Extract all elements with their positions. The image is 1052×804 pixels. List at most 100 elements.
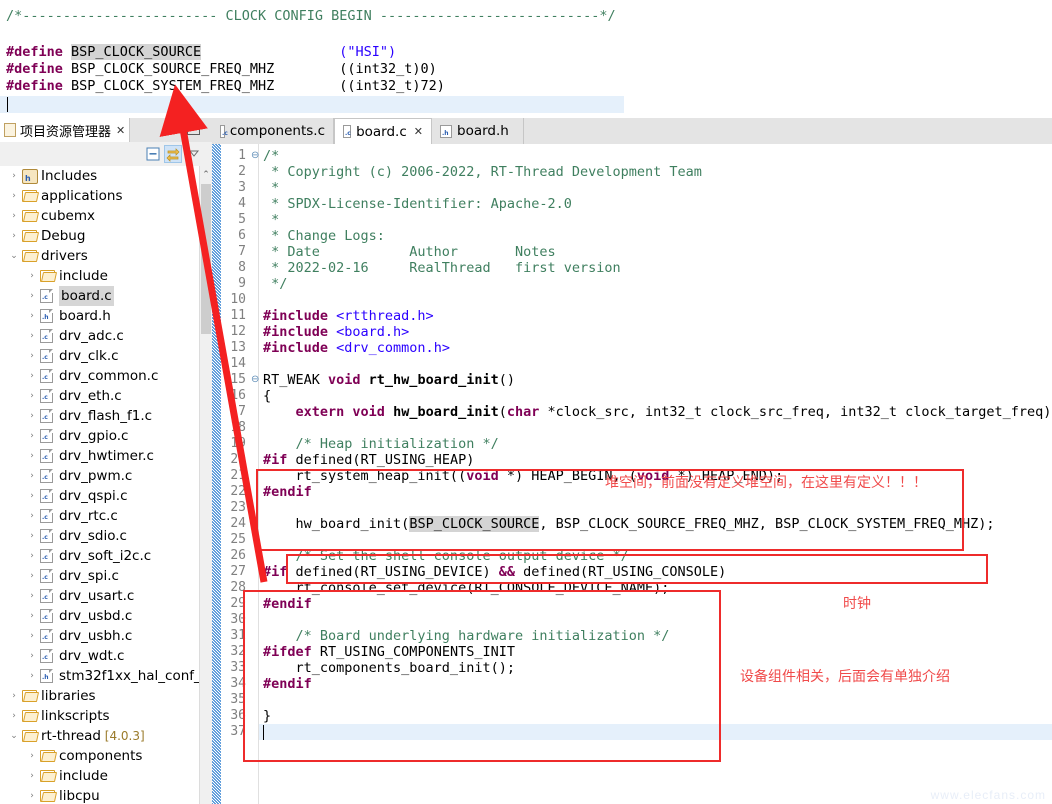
chevron-right-icon[interactable]: › [26, 666, 38, 686]
tree-item-label: libcpu [59, 786, 100, 804]
chevron-right-icon[interactable]: › [26, 346, 38, 366]
chevron-right-icon[interactable]: › [26, 366, 38, 386]
chevron-right-icon[interactable]: › [26, 306, 38, 326]
chevron-right-icon[interactable]: › [8, 686, 20, 706]
chevron-right-icon[interactable]: › [26, 486, 38, 506]
chevron-down-icon[interactable]: ⌄ [8, 726, 20, 746]
chevron-right-icon[interactable]: › [8, 226, 20, 246]
tree-item-board-h[interactable]: ›.hboard.h [0, 306, 200, 326]
line-number: 21 [230, 468, 246, 484]
maximize-icon[interactable] [186, 122, 200, 135]
chevron-right-icon[interactable]: › [26, 266, 38, 286]
chevron-right-icon[interactable]: › [26, 586, 38, 606]
line-number: 8 [238, 260, 246, 276]
chevron-right-icon[interactable]: › [26, 446, 38, 466]
chevron-right-icon[interactable]: › [26, 426, 38, 446]
code-token: /* Board underlying hardware initializat… [263, 628, 669, 644]
tree-item-drv-gpio-c[interactable]: ›.cdrv_gpio.c [0, 426, 200, 446]
line-number: 32 [230, 644, 246, 660]
chevron-right-icon[interactable]: › [26, 326, 38, 346]
chevron-right-icon[interactable]: › [26, 286, 38, 306]
chevron-right-icon[interactable]: › [8, 166, 20, 186]
tree-item-applications[interactable]: ›applications [0, 186, 200, 206]
tree-item-drv-pwm-c[interactable]: ›.cdrv_pwm.c [0, 466, 200, 486]
tree-item-libcpu[interactable]: › libcpu [0, 786, 200, 804]
tree-item-drv-rtc-c[interactable]: ›.cdrv_rtc.c [0, 506, 200, 526]
chevron-down-icon[interactable]: ⌄ [8, 246, 20, 266]
c-file-icon: .c [40, 609, 55, 623]
tree-item-include[interactable]: ›include [0, 266, 200, 286]
tree-item-drv-wdt-c[interactable]: ›.cdrv_wdt.c [0, 646, 200, 666]
chevron-right-icon[interactable]: › [26, 506, 38, 526]
tree-item-drv-hwtimer-c[interactable]: ›.cdrv_hwtimer.c [0, 446, 200, 466]
tree-item-drv-usbh-c[interactable]: ›.cdrv_usbh.c [0, 626, 200, 646]
folder-icon [40, 789, 55, 803]
tree-item-include[interactable]: › include [0, 766, 200, 786]
tree-item-drv-usart-c[interactable]: ›.cdrv_usart.c [0, 586, 200, 606]
tree-item-drv-common-c[interactable]: ›.cdrv_common.c [0, 366, 200, 386]
tree-item-label: include [59, 766, 108, 786]
tree-item-libraries[interactable]: ›libraries [0, 686, 200, 706]
scrollbar-thumb[interactable] [201, 184, 211, 334]
editor-tab-components-c[interactable]: .ccomponents.c [212, 118, 334, 144]
tree-item-label: drv_wdt.c [59, 646, 124, 666]
tree-item-drv-adc-c[interactable]: ›.cdrv_adc.c [0, 326, 200, 346]
chevron-right-icon[interactable]: › [26, 786, 38, 804]
tree-item-debug[interactable]: ›Debug [0, 226, 200, 246]
editor-tab-board-c[interactable]: .cboard.c✕ [334, 118, 432, 144]
chevron-right-icon[interactable]: › [26, 406, 38, 426]
code-token: */ [263, 276, 287, 292]
top-code-pane[interactable]: /*------------------------ CLOCK CONFIG … [0, 0, 1052, 118]
tree-item-drv-flash-f1-c[interactable]: ›.cdrv_flash_f1.c [0, 406, 200, 426]
minimize-icon[interactable] [164, 122, 178, 135]
chevron-right-icon[interactable]: › [26, 646, 38, 666]
tab-project-explorer-label: 项目资源管理器 [20, 121, 111, 140]
tree-item-includes[interactable]: ›Includes [0, 166, 200, 186]
code-token: BSP_CLOCK_SOURCE_FREQ_MHZ [71, 61, 274, 77]
chevron-right-icon[interactable]: › [26, 386, 38, 406]
chevron-right-icon[interactable]: › [8, 706, 20, 726]
top-current-line-highlight [0, 96, 624, 113]
close-icon[interactable]: ✕ [414, 125, 423, 138]
editor-current-line-highlight [259, 724, 1052, 740]
tree-item-board-c[interactable]: ›.cboard.c [0, 286, 200, 306]
chevron-right-icon[interactable]: › [8, 206, 20, 226]
tree-item-drv-eth-c[interactable]: ›.cdrv_eth.c [0, 386, 200, 406]
tree-item-label: drv_rtc.c [59, 506, 118, 526]
tree-item-drivers[interactable]: ⌄drivers [0, 246, 200, 266]
chevron-right-icon[interactable]: › [26, 606, 38, 626]
tab-project-explorer[interactable]: 项目资源管理器 ✕ [0, 118, 130, 142]
tree-item-drv-clk-c[interactable]: ›.cdrv_clk.c [0, 346, 200, 366]
collapse-all-icon[interactable] [144, 145, 162, 163]
link-with-editor-icon[interactable] [164, 145, 182, 163]
editor-tab-board-h[interactable]: .hboard.h [432, 118, 524, 144]
tree-item-stm32f1xx-hal-conf-ba[interactable]: ›.hstm32f1xx_hal_conf_ba [0, 666, 200, 686]
scroll-up-icon[interactable]: ⌃ [200, 166, 212, 183]
tree-item-cubemx[interactable]: ›cubemx [0, 206, 200, 226]
project-explorer-panel[interactable]: 项目资源管理器 ✕ ›Includes›applications›cubemx›… [0, 118, 212, 804]
chevron-right-icon[interactable]: › [26, 746, 38, 766]
chevron-right-icon[interactable]: › [26, 766, 38, 786]
tree-item-label: drv_usart.c [59, 586, 134, 606]
tree-item-drv-soft-i2c-c[interactable]: ›.cdrv_soft_i2c.c [0, 546, 200, 566]
chevron-right-icon[interactable]: › [8, 186, 20, 206]
view-menu-icon[interactable] [186, 145, 204, 163]
project-tree-scrollbar[interactable]: ⌃ [199, 166, 212, 804]
tree-item-drv-qspi-c[interactable]: ›.cdrv_qspi.c [0, 486, 200, 506]
chevron-right-icon[interactable]: › [26, 466, 38, 486]
project-tree[interactable]: ›Includes›applications›cubemx›Debug⌄driv… [0, 166, 200, 804]
tree-item-drv-spi-c[interactable]: ›.cdrv_spi.c [0, 566, 200, 586]
chevron-right-icon[interactable]: › [26, 546, 38, 566]
includes-icon [22, 169, 37, 183]
chevron-right-icon[interactable]: › [26, 626, 38, 646]
chevron-right-icon[interactable]: › [26, 566, 38, 586]
tree-item-drv-usbd-c[interactable]: ›.cdrv_usbd.c [0, 606, 200, 626]
chevron-right-icon[interactable]: › [26, 526, 38, 546]
tree-item-components[interactable]: ›components [0, 746, 200, 766]
close-icon[interactable]: ✕ [116, 124, 125, 137]
editor-gutter[interactable]: 1⊖23456789101112131415⊖16171819202122232… [221, 144, 259, 804]
tree-item-drv-sdio-c[interactable]: ›.cdrv_sdio.c [0, 526, 200, 546]
tree-item-linkscripts[interactable]: ›linkscripts [0, 706, 200, 726]
tree-item-rt-thread[interactable]: ⌄rt-thread [4.0.3] [0, 726, 200, 746]
code-editor[interactable]: .ccomponents.c.cboard.c✕.hboard.h 1⊖2345… [212, 118, 1052, 804]
